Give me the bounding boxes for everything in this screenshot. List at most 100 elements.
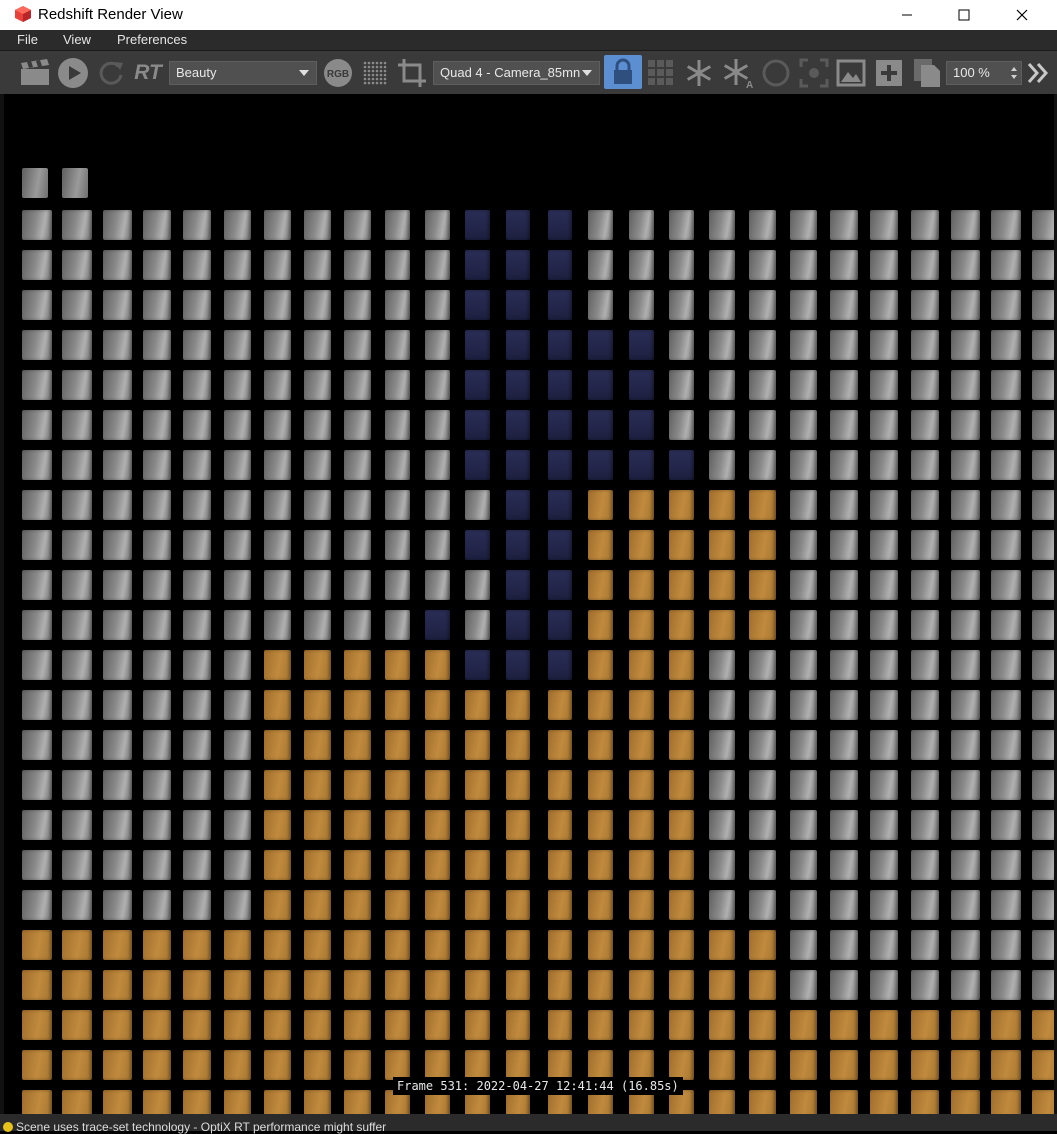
rgb-button[interactable]: RGB: [322, 57, 354, 89]
render-tile: [709, 770, 736, 800]
render-tile: [22, 730, 52, 760]
render-tile: [223, 610, 252, 640]
freeze-auto-button[interactable]: A: [720, 57, 754, 89]
render-tile: [223, 490, 252, 520]
render-tile: [223, 570, 252, 600]
lock-button[interactable]: [604, 55, 642, 89]
render-tile: [384, 930, 411, 960]
close-button[interactable]: [999, 0, 1045, 30]
render-tile: [22, 1090, 52, 1114]
copy-button[interactable]: [910, 57, 944, 89]
render-tile: [547, 730, 573, 760]
region-button[interactable]: [760, 57, 792, 89]
add-image-icon: [876, 60, 902, 86]
render-tile: [628, 410, 654, 440]
render-tile: [465, 530, 491, 560]
render-tile: [870, 1050, 899, 1080]
rt-button[interactable]: RT: [131, 57, 165, 89]
render-tile: [547, 330, 573, 360]
spinner-icon[interactable]: [1010, 65, 1018, 81]
render-tile: [344, 650, 371, 680]
render-tile: [142, 1090, 172, 1114]
render-tile: [789, 1010, 817, 1040]
render-tile: [22, 690, 52, 720]
sample-grid-button[interactable]: [359, 57, 391, 89]
render-tile: [62, 330, 92, 360]
render-tile: [1031, 370, 1054, 400]
menu-view[interactable]: View: [63, 32, 91, 47]
render-tile: [749, 1090, 777, 1114]
render-tile: [749, 970, 777, 1000]
render-tile: [870, 490, 899, 520]
add-snapshot-button[interactable]: [872, 57, 906, 89]
render-tile: [910, 410, 940, 440]
more-tools-button[interactable]: [1024, 57, 1052, 89]
render-tile: [304, 450, 331, 480]
render-tile: [870, 930, 899, 960]
menu-file[interactable]: File: [17, 32, 38, 47]
camera-select[interactable]: Quad 4 - Camera_85mn: [433, 61, 600, 85]
render-tile: [830, 490, 858, 520]
render-tile: [668, 690, 695, 720]
render-tile: [384, 250, 411, 280]
render-tile: [991, 410, 1021, 440]
render-tile: [142, 610, 172, 640]
render-tile: [830, 890, 858, 920]
snapshot-button[interactable]: [834, 57, 868, 89]
render-tile: [1031, 890, 1054, 920]
refresh-button[interactable]: [95, 57, 127, 89]
render-tile: [910, 1090, 940, 1114]
crop-button[interactable]: [395, 57, 429, 89]
render-tile: [870, 530, 899, 560]
render-tile: [384, 770, 411, 800]
render-tile: [263, 810, 291, 840]
render-tile: [588, 290, 613, 320]
render-tile: [263, 250, 291, 280]
zoom-field[interactable]: 100 %: [946, 61, 1022, 85]
render-tile: [223, 850, 252, 880]
render-tile: [588, 690, 613, 720]
render-tile: [749, 250, 777, 280]
render-tile: [668, 250, 695, 280]
play-button[interactable]: [56, 57, 90, 89]
render-tile: [102, 730, 132, 760]
aov-select[interactable]: Beauty: [169, 61, 317, 85]
render-tile: [1031, 450, 1054, 480]
render-tile: [588, 810, 613, 840]
render-tile: [830, 250, 858, 280]
render-tile: [668, 1010, 695, 1040]
render-tile: [950, 210, 980, 240]
render-tile: [910, 850, 940, 880]
render-tile: [991, 210, 1021, 240]
render-viewport[interactable]: [4, 94, 1054, 1114]
rgb-label: RGB: [327, 69, 349, 80]
bucket-grid-button[interactable]: [645, 57, 677, 89]
render-tile: [749, 650, 777, 680]
render-tile: [263, 1010, 291, 1040]
render-tile: [263, 330, 291, 360]
focus-button[interactable]: [797, 57, 831, 89]
render-tile: [142, 850, 172, 880]
menu-preferences[interactable]: Preferences: [117, 32, 187, 47]
maximize-button[interactable]: [941, 0, 987, 30]
render-button[interactable]: [18, 57, 52, 89]
render-tile: [304, 490, 331, 520]
freeze-button[interactable]: [682, 57, 716, 89]
render-tile: [384, 290, 411, 320]
render-tile: [1031, 1010, 1054, 1040]
render-tile: [830, 690, 858, 720]
render-tile: [830, 330, 858, 360]
render-tile: [263, 210, 291, 240]
render-tile: [950, 890, 980, 920]
render-tile: [870, 770, 899, 800]
render-tile: [505, 610, 530, 640]
render-tile: [950, 610, 980, 640]
render-tile: [628, 370, 654, 400]
render-tile: [628, 770, 654, 800]
render-tile: [628, 970, 654, 1000]
minimize-icon: [902, 14, 912, 16]
render-tile: [870, 570, 899, 600]
minimize-button[interactable]: [884, 0, 930, 30]
redshift-cube-icon: [15, 6, 31, 22]
render-tile: [183, 570, 212, 600]
